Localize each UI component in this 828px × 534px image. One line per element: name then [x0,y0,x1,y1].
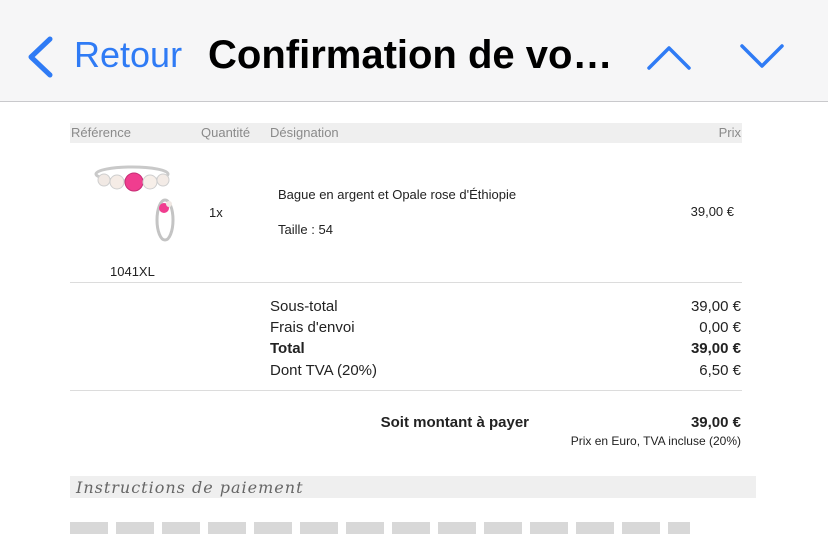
chevron-left-icon[interactable] [26,36,54,78]
back-button[interactable]: Retour [74,33,182,77]
instructions-title: Instructions de paiement [76,478,304,497]
shipping-label: Frais d'envoi [270,319,355,336]
total-value: 39,00 € [690,340,741,357]
amount-due-value: 39,00 € [690,414,741,431]
price-note: Prix en Euro, TVA incluse (20%) [570,434,741,448]
chevron-down-icon[interactable] [739,42,785,72]
page-title: Confirmation de votre commande [208,33,620,77]
truncated-text [70,522,690,534]
shipping-value: 0,00 € [699,319,741,336]
vat-label: Dont TVA (20%) [270,362,377,379]
subtotal-value: 39,00 € [690,298,741,315]
header-price: Prix [718,125,741,140]
divider [70,390,742,391]
vat-value: 6,50 € [699,362,741,379]
item-designation: Bague en argent et Opale rose d'Éthiopie [278,187,517,202]
chevron-up-icon[interactable] [646,42,692,72]
amount-due-label: Soit montant à payer [380,414,529,431]
item-size: Taille : 54 [278,222,333,237]
divider [70,282,742,283]
item-price: 39,00 € [690,204,734,219]
item-reference: 1041XL [110,264,155,279]
header-quantity: Quantité [201,125,251,140]
navigation-bar: Retour Confirmation de votre commande [0,0,828,102]
header-designation: Désignation [270,125,339,140]
header-reference: Référence [71,125,131,140]
total-label: Total [270,340,305,357]
product-image [94,165,175,242]
subtotal-label: Sous-total [270,298,338,315]
item-quantity: 1x [209,205,223,220]
table-header [70,123,742,143]
